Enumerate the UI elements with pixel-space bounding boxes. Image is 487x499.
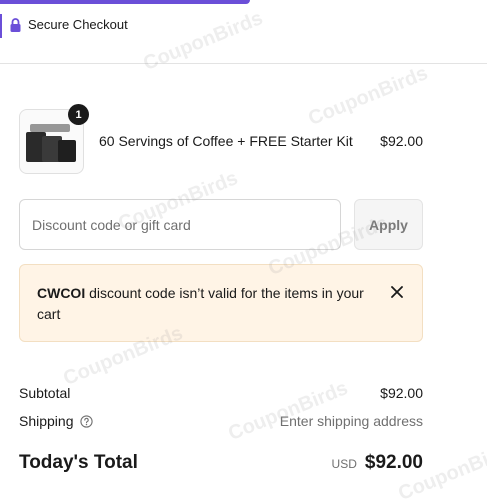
top-accent-bar xyxy=(0,0,250,4)
total-amount: $92.00 xyxy=(364,452,423,473)
discount-error-banner: CWCOI discount code isn’t valid for the … xyxy=(19,264,423,342)
shipping-value: Enter shipping address xyxy=(279,413,423,429)
header-divider xyxy=(0,63,487,64)
product-name: 60 Servings of Coffee + FREE Starter Kit xyxy=(99,133,353,149)
total-amount-group: USD $92.00 xyxy=(332,452,423,474)
quantity-badge: 1 xyxy=(68,104,89,125)
shipping-label-group: Shipping xyxy=(19,413,93,429)
total-label: Today's Total xyxy=(19,452,138,473)
discount-code-input[interactable] xyxy=(19,199,341,250)
currency-code: USD xyxy=(331,457,357,471)
error-code: CWCOI xyxy=(37,285,86,301)
secure-checkout-text: Secure Checkout xyxy=(28,17,128,32)
secure-checkout-label: Secure Checkout xyxy=(10,17,128,32)
product-price: $92.00 xyxy=(380,133,423,149)
lock-icon xyxy=(10,17,21,32)
cart-line-item: 1 60 Servings of Coffee + FREE Starter K… xyxy=(19,104,423,175)
subtotal-value: $92.00 xyxy=(380,385,423,401)
subtotal-label: Subtotal xyxy=(19,385,71,401)
apply-button[interactable]: Apply xyxy=(354,199,423,250)
total-row: Today's Total USD $92.00 xyxy=(19,452,423,474)
error-message-text: discount code isn’t valid for the items … xyxy=(37,285,364,322)
error-message: CWCOI discount code isn’t valid for the … xyxy=(37,283,367,325)
help-circle-icon[interactable] xyxy=(79,414,93,428)
subtotal-row: Subtotal $92.00 xyxy=(19,385,423,401)
shipping-label: Shipping xyxy=(19,413,74,429)
left-accent-edge xyxy=(0,14,2,38)
close-icon[interactable] xyxy=(388,283,406,301)
shipping-row: Shipping Enter shipping address xyxy=(19,413,423,429)
watermark: CouponBirds xyxy=(140,7,266,75)
